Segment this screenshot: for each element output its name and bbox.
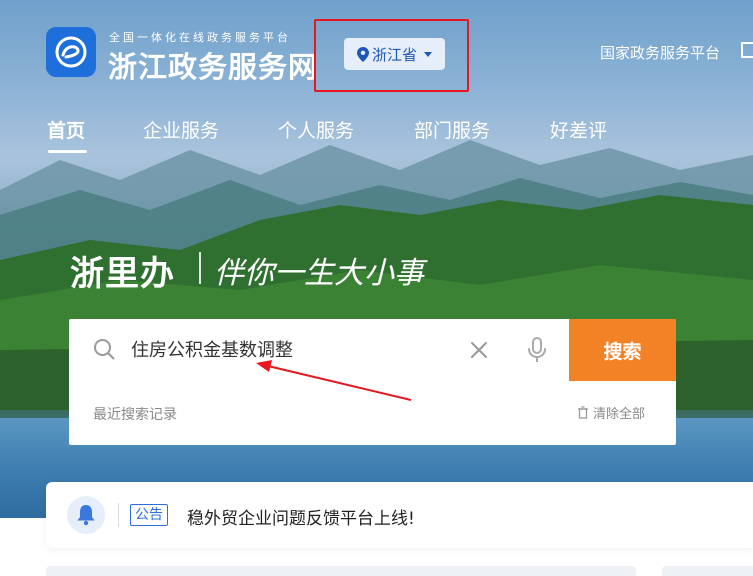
site-subtitle: 全国一体化在线政务服务平台	[109, 31, 291, 44]
notice-badge: 公告	[130, 504, 168, 526]
nav-enterprise-services[interactable]: 企业服务	[143, 116, 219, 143]
nav-home[interactable]: 首页	[47, 116, 85, 143]
clear-all-label: 清除全部	[593, 407, 646, 422]
microphone-icon[interactable]	[526, 337, 548, 363]
search-button[interactable]: 搜索	[569, 319, 676, 381]
trash-icon	[578, 406, 588, 419]
region-label: 浙江省	[371, 45, 417, 64]
slogan-sub: 伴你一生大小事	[214, 256, 424, 291]
bell-icon	[67, 496, 105, 534]
close-icon[interactable]	[469, 340, 489, 360]
search-icon	[94, 339, 115, 360]
site-title[interactable]: 浙江政务服务网	[108, 44, 318, 86]
slogan-main: 浙里办	[70, 254, 175, 294]
notice-divider	[118, 503, 119, 527]
nav-personal-services[interactable]: 个人服务	[278, 116, 354, 143]
slogan-divider	[199, 252, 201, 284]
national-platform-link[interactable]: 国家政务服务平台	[600, 42, 720, 63]
content-card-top	[46, 566, 636, 576]
search-panel: 住房公积金基数调整 搜索 最近搜索记录 清除全部	[69, 319, 676, 445]
chevron-down-icon	[424, 51, 432, 57]
nav-active-indicator	[48, 150, 87, 153]
nav-rating[interactable]: 好差评	[550, 116, 607, 143]
side-card-top	[662, 566, 753, 576]
notice-text[interactable]: 稳外贸企业问题反馈平台上线!	[187, 504, 415, 529]
search-input[interactable]: 住房公积金基数调整	[131, 336, 293, 362]
announcement-bar[interactable]: 公告 稳外贸企业问题反馈平台上线!	[46, 482, 753, 548]
nav-department-services[interactable]: 部门服务	[414, 116, 490, 143]
region-selector[interactable]: 浙江省	[344, 38, 445, 70]
site-logo[interactable]	[46, 27, 96, 77]
logo-swirl-icon	[55, 36, 87, 68]
more-icon[interactable]	[741, 42, 753, 58]
recent-searches-label: 最近搜索记录	[93, 407, 177, 423]
clear-all-button[interactable]: 清除全部	[577, 403, 645, 422]
location-pin-icon	[356, 46, 369, 62]
